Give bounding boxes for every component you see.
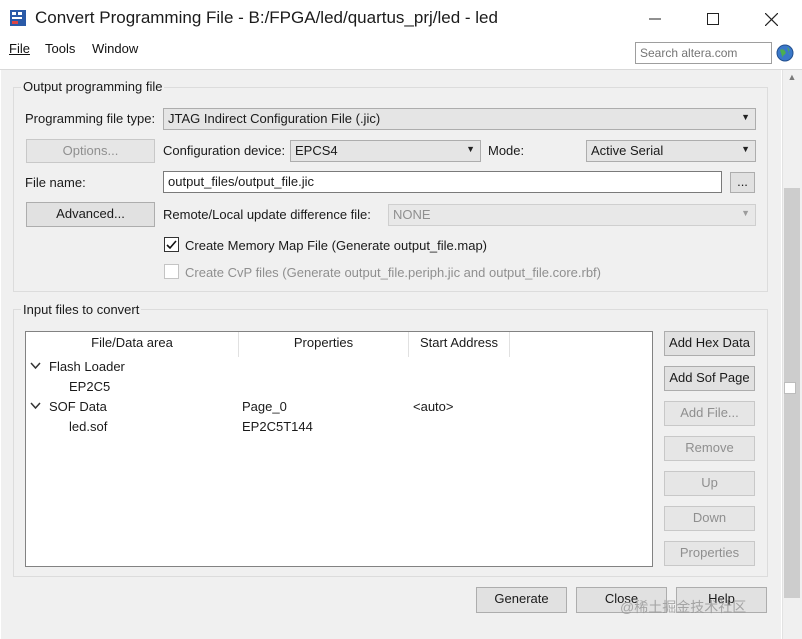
search-input[interactable]	[635, 42, 772, 64]
sof-data-properties: Page_0	[242, 399, 287, 414]
tree-item-led-sof[interactable]: led.sof	[69, 419, 107, 434]
file-name-label: File name:	[25, 175, 86, 190]
remote-local-value: NONE	[393, 207, 431, 222]
watermark: @稀土掘金技术社区	[620, 599, 747, 615]
quartus-app-icon	[9, 8, 29, 28]
column-header-start-address[interactable]: Start Address	[409, 332, 510, 357]
window-title: Convert Programming File - B:/FPGA/led/q…	[35, 8, 498, 27]
tree-item-sof-data[interactable]: SOF Data	[49, 399, 107, 414]
sof-data-start-address: <auto>	[413, 399, 454, 414]
remote-local-label: Remote/Local update difference file:	[163, 207, 371, 222]
browse-button[interactable]: ...	[730, 172, 755, 193]
scrollbar-marker	[784, 382, 796, 394]
down-button[interactable]: Down	[664, 506, 755, 531]
menu-file-label: File	[9, 41, 30, 56]
menu-file[interactable]: File	[9, 41, 30, 56]
add-hex-data-button[interactable]: Add Hex Data	[664, 331, 755, 356]
menu-tools-label: Tools	[45, 41, 76, 56]
minimize-button[interactable]	[626, 0, 684, 38]
mode-value: Active Serial	[591, 143, 664, 158]
close-icon	[764, 12, 778, 26]
remove-button[interactable]: Remove	[664, 436, 755, 461]
close-window-button[interactable]	[742, 0, 800, 38]
config-device-dropdown[interactable]: EPCS4 ▼	[290, 140, 481, 162]
properties-button[interactable]: Properties	[664, 541, 755, 566]
config-device-label: Configuration device:	[163, 143, 286, 158]
tree-item-ep2c5[interactable]: EP2C5	[69, 379, 110, 394]
column-header-file-data-area[interactable]: File/Data area	[26, 332, 239, 357]
checkmark-icon	[166, 240, 177, 250]
menu-window-label: Window	[92, 41, 139, 56]
add-file-button[interactable]: Add File...	[664, 401, 755, 426]
config-device-value: EPCS4	[295, 143, 338, 158]
cvp-label: Create CvP files (Generate output_file.p…	[185, 265, 601, 280]
maximize-icon	[707, 13, 719, 25]
file-type-dropdown[interactable]: JTAG Indirect Configuration File (.jic) …	[163, 108, 756, 130]
minimize-icon	[649, 18, 661, 20]
tree-item-flash-loader[interactable]: Flash Loader	[49, 359, 125, 374]
up-button[interactable]: Up	[664, 471, 755, 496]
led-sof-properties: EP2C5T144	[242, 419, 313, 434]
dropdown-arrow-icon: ▼	[741, 144, 750, 154]
column-header-properties[interactable]: Properties	[239, 332, 409, 357]
menu-window[interactable]: Window	[92, 41, 138, 56]
dropdown-arrow-icon: ▼	[741, 208, 750, 218]
generate-button[interactable]: Generate	[476, 587, 567, 613]
dropdown-arrow-icon: ▼	[466, 144, 475, 154]
file-type-value: JTAG Indirect Configuration File (.jic)	[168, 111, 381, 126]
globe-icon[interactable]	[776, 44, 794, 62]
memory-map-checkbox[interactable]	[164, 237, 179, 252]
dropdown-arrow-icon: ▼	[741, 112, 750, 122]
mode-label: Mode:	[488, 143, 525, 158]
remote-local-dropdown[interactable]: NONE ▼	[388, 204, 756, 226]
file-name-input[interactable]: output_files/output_file.jic	[163, 171, 722, 193]
add-sof-page-button[interactable]: Add Sof Page	[664, 366, 755, 391]
chevron-down-icon[interactable]	[30, 400, 41, 414]
memory-map-label: Create Memory Map File (Generate output_…	[185, 238, 488, 253]
options-button[interactable]: Options...	[26, 139, 155, 163]
maximize-button[interactable]	[684, 0, 742, 38]
scroll-up-arrow-icon[interactable]: ▲	[784, 72, 800, 86]
mode-dropdown[interactable]: Active Serial ▼	[586, 140, 756, 162]
chevron-down-icon[interactable]	[30, 360, 41, 374]
advanced-button[interactable]: Advanced...	[26, 202, 155, 227]
cvp-checkbox[interactable]	[164, 264, 179, 279]
menu-tools[interactable]: Tools	[45, 41, 75, 56]
output-group-title: Output programming file	[21, 79, 165, 94]
input-group-title: Input files to convert	[21, 302, 142, 317]
file-type-label: Programming file type:	[25, 111, 156, 126]
